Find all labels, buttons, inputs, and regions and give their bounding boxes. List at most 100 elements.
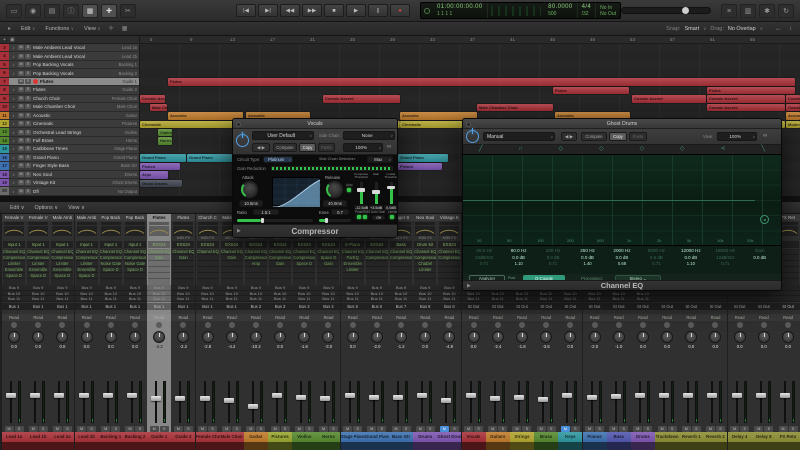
strip-send-slot[interactable] [655, 296, 680, 302]
strip-send-slot[interactable] [776, 296, 800, 302]
track-mute-button[interactable]: M [18, 146, 24, 152]
strip-automation-mode[interactable]: Read [292, 313, 317, 321]
track-mute-button[interactable]: M [18, 112, 24, 118]
strip-setting-button[interactable] [415, 222, 436, 225]
strip-fader[interactable] [631, 379, 655, 425]
strip-pan-knob[interactable] [220, 330, 244, 344]
strip-output-slot[interactable]: Bus 1 [147, 302, 172, 310]
eq-frequency-graph[interactable]: 20 50 100 200 500 1k 2k 5k 10k 20k [463, 154, 781, 246]
strip-automation-mode[interactable]: Read [364, 313, 389, 321]
mixer-channel-strip[interactable]: Male Amb Input 1 Channel EQ Compressor Lim… [50, 214, 75, 450]
strip-mute-button[interactable]: M [778, 425, 788, 432]
strip-solo-button[interactable]: S [111, 425, 121, 432]
detection-menu[interactable]: Max ∨ [367, 156, 393, 163]
strip-output-slot[interactable]: St Out [485, 302, 510, 310]
strip-name-label[interactable]: Guide 1 [147, 432, 172, 442]
strip-automation-mode[interactable]: Read [413, 313, 438, 321]
strip-send-slot[interactable] [703, 296, 728, 302]
library-icon[interactable]: ◉ [25, 3, 41, 18]
strip-send-slot[interactable]: Bus 11 [243, 296, 268, 302]
track-solo-button[interactable]: S [25, 95, 31, 101]
track-header-row[interactable]: 14 ♪ MS Full Brass Horns [0, 136, 139, 146]
strip-setting-button[interactable] [76, 222, 97, 225]
strip-output-slot[interactable]: Bus 1 [2, 302, 27, 310]
strip-solo-button[interactable]: S [764, 425, 774, 432]
strip-input-slot[interactable]: EXS24 [365, 241, 388, 248]
cycle-icon[interactable]: ↻ [778, 3, 794, 18]
arrange-region[interactable]: Grand Piano [187, 154, 232, 162]
strip-mute-button[interactable]: M [294, 425, 304, 432]
track-header-row[interactable]: 16 ♪ MS Grand Piano Grand Piano [0, 153, 139, 163]
strip-name-label[interactable]: Backing 1 [98, 432, 123, 442]
strip-input-slot[interactable]: EXS24 [172, 241, 195, 248]
strip-mute-button[interactable]: M [125, 425, 135, 432]
strip-fader[interactable] [486, 379, 510, 425]
strip-eq-thumbnail[interactable] [197, 226, 218, 236]
strip-fader[interactable] [75, 379, 99, 425]
strip-insert-rack[interactable]: Channel EQ Compressor Limiter Ensemble Space… [51, 249, 74, 285]
strip-sends[interactable]: Bus 9Bus 10Bus 11 [292, 285, 317, 302]
strip-fader[interactable] [365, 379, 389, 425]
track-mute-button[interactable]: M [18, 70, 24, 76]
strip-automation-mode[interactable]: Read [534, 313, 559, 321]
track-header-row[interactable]: 10 ♪ MS Male Chamber Choir Male Choir [0, 103, 139, 112]
strip-solo-button[interactable]: S [232, 425, 242, 432]
arrange-region[interactable]: Flutes [168, 78, 795, 86]
compare-button[interactable]: Compare [273, 143, 297, 152]
arrange-region[interactable]: Cosmic Ascent [323, 95, 400, 103]
strip-mute-button[interactable]: M [77, 425, 87, 432]
track-header-row[interactable]: 13 ♪ MS Orchestral Lead Strings Violins [0, 128, 139, 137]
strip-automation-mode[interactable]: Read [776, 313, 800, 321]
track-mute-button[interactable]: M [18, 53, 24, 59]
strip-name-label[interactable]: Pianos [582, 432, 607, 442]
strip-sends[interactable]: Bus 9Bus 10Bus 11 [340, 285, 365, 302]
strip-mute-button[interactable]: M [560, 425, 570, 432]
strip-name-label[interactable]: Pictures [268, 432, 293, 442]
strip-pan-knob[interactable] [26, 330, 50, 344]
arrange-region[interactable]: Cinematic [140, 120, 245, 128]
strip-pan-knob[interactable] [631, 330, 655, 344]
strip-pan-knob[interactable] [99, 330, 123, 344]
strip-name-label[interactable]: Lead 1b [26, 432, 51, 442]
strip-pan-knob[interactable] [50, 330, 74, 344]
preset-prev-next-buttons[interactable]: ◀ ▶ [561, 132, 577, 141]
strip-automation-mode[interactable]: Read [461, 313, 486, 321]
strip-fader[interactable] [389, 379, 413, 425]
strip-sends[interactable]: Bus 9Bus 10Bus 11 [195, 285, 220, 302]
analyzer-target-icon[interactable] [760, 215, 769, 224]
track-solo-button[interactable]: S [25, 87, 31, 93]
strip-input-slot[interactable]: EXS24 [148, 241, 171, 248]
strip-output-slot[interactable]: St Out [679, 302, 704, 310]
strip-send-slot[interactable]: Bus 11 [98, 296, 123, 302]
go-to-beginning-button[interactable]: |◀ [236, 4, 256, 17]
track-mute-button[interactable]: M [18, 154, 24, 160]
track-solo-button[interactable]: S [25, 78, 31, 84]
arrange-region[interactable]: Acoustic [786, 112, 800, 120]
strip-name-label[interactable]: Guide 2 [171, 432, 196, 442]
strip-pan-knob[interactable] [268, 330, 292, 344]
strip-send-slot[interactable] [727, 296, 752, 302]
lowpass-band-icon[interactable]: ╲ [761, 145, 765, 154]
strip-mute-button[interactable]: M [633, 425, 643, 432]
strip-pan-knob[interactable] [437, 330, 461, 344]
track-header-row[interactable]: 4 ♪ MS Male Ambient Lead Vocal Lead 2b [0, 52, 139, 61]
rewind-button[interactable]: ◀◀ [280, 4, 300, 17]
strip-pan-knob[interactable] [607, 330, 631, 344]
strip-fader[interactable] [292, 379, 316, 425]
power-icon[interactable] [236, 132, 249, 147]
copy-button[interactable]: Copy [299, 143, 316, 152]
strip-send-slot[interactable]: Bus 11 [509, 296, 534, 302]
strip-insert-slot[interactable] [172, 273, 195, 279]
strip-automation-mode[interactable]: Read [243, 313, 268, 321]
track-solo-button[interactable]: S [25, 180, 31, 186]
strip-send-slot[interactable]: Bus 11 [437, 296, 462, 302]
strip-fader[interactable] [196, 379, 220, 425]
strip-sends[interactable]: Bus 9Bus 10Bus 11 [219, 285, 244, 302]
strip-solo-button[interactable]: S [135, 425, 145, 432]
strip-name-label[interactable]: Horns [316, 432, 341, 442]
strip-sends[interactable]: Bus 9Bus 10Bus 11 [171, 285, 196, 302]
strip-mute-button[interactable]: M [318, 425, 328, 432]
quick-help-icon[interactable]: ⓘ [63, 3, 79, 18]
strip-sends[interactable]: Bus 9Bus 10Bus 11 [50, 285, 75, 302]
strip-insert-slot[interactable]: Space D [27, 273, 50, 279]
